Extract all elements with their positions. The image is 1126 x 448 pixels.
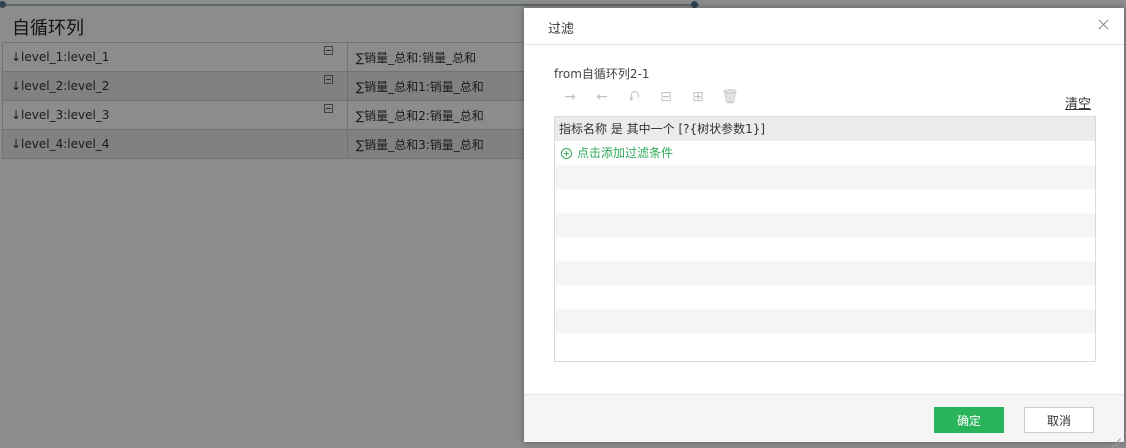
list-item — [555, 285, 1095, 309]
clear-button[interactable]: 清空 — [1065, 93, 1091, 112]
list-item — [555, 165, 1095, 189]
dialog-header: 过滤 — [524, 8, 1124, 45]
filter-toolbar: → ← ⮏ ⊟ ⊞ 🗑 — [558, 88, 742, 108]
indent-left-icon[interactable]: ← — [590, 88, 614, 106]
ok-button[interactable]: 确定 — [934, 407, 1004, 433]
cancel-button[interactable]: 取消 — [1024, 407, 1094, 433]
add-condition-button[interactable]: 点击添加过滤条件 — [555, 141, 1095, 165]
dialog-title: 过滤 — [548, 22, 575, 37]
add-condition-label: 点击添加过滤条件 — [577, 146, 674, 160]
insert-before-icon[interactable]: ⊟ — [654, 88, 678, 106]
delete-icon[interactable]: 🗑 — [718, 88, 742, 106]
insert-after-icon[interactable]: ⊞ — [686, 88, 710, 106]
list-item — [555, 261, 1095, 285]
close-icon[interactable] — [1096, 17, 1112, 33]
source-label: from自循环列2-1 — [554, 67, 650, 81]
list-item — [555, 213, 1095, 237]
list-item — [555, 189, 1095, 213]
filter-dialog: 过滤 from自循环列2-1 → ← ⮏ ⊟ ⊞ 🗑 清空 指标名称 是 其中一… — [524, 8, 1124, 442]
indent-right-icon[interactable]: → — [558, 88, 582, 106]
dialog-footer: 确定 取消 — [524, 394, 1124, 442]
list-item — [555, 309, 1095, 333]
resize-grip-icon[interactable] — [1111, 429, 1121, 439]
add-circle-icon — [561, 147, 572, 159]
list-item — [555, 333, 1095, 357]
condition-item[interactable]: 指标名称 是 其中一个 [?{树状参数1}] — [555, 117, 1095, 141]
list-item — [555, 237, 1095, 261]
condition-list: 指标名称 是 其中一个 [?{树状参数1}] 点击添加过滤条件 — [554, 116, 1096, 362]
swap-icon[interactable]: ⮏ — [622, 88, 646, 106]
